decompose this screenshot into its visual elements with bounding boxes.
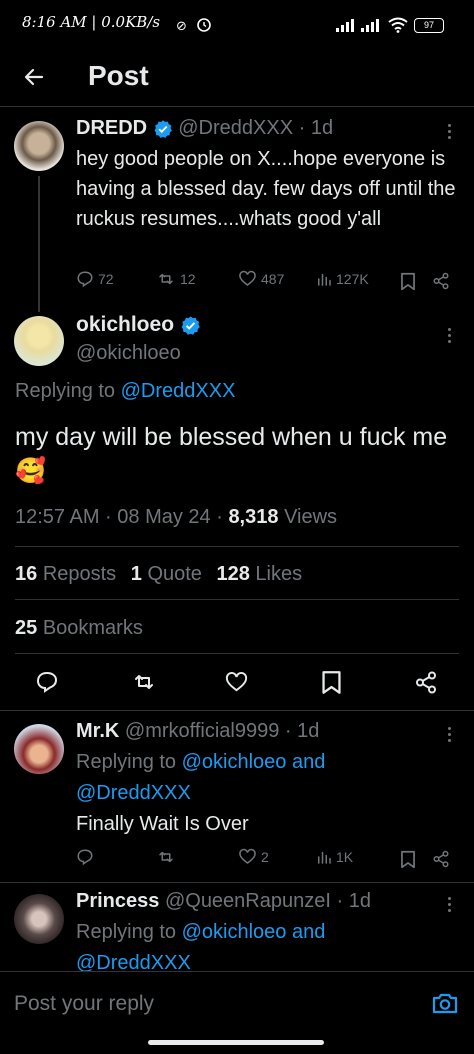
like-button[interactable]: 2 bbox=[238, 848, 269, 866]
avatar-mrk[interactable] bbox=[14, 724, 64, 774]
signal-icon-2 bbox=[361, 19, 379, 32]
views-icon bbox=[318, 851, 331, 864]
repost-icon bbox=[159, 851, 173, 863]
reply-meta: Princess @QueenRapunzeI · 1d bbox=[76, 890, 371, 913]
repost-button[interactable]: 12 bbox=[156, 270, 196, 288]
tweet-text: Finally Wait Is Over bbox=[76, 813, 249, 835]
views-icon bbox=[318, 273, 331, 286]
engagement-stats: 16 Reposts 1 Quote 128 Likes bbox=[15, 563, 302, 586]
mention-link[interactable]: @DreddXXX bbox=[121, 380, 236, 402]
views-button[interactable]: 1K bbox=[316, 848, 353, 866]
views-button[interactable]: 127K bbox=[316, 270, 369, 288]
divider bbox=[0, 710, 474, 711]
repost-button[interactable] bbox=[156, 848, 176, 866]
main-tweet-text: my day will be blessed when u fuck me 🥰 bbox=[15, 423, 448, 485]
camera-icon[interactable] bbox=[432, 992, 458, 1014]
repost-icon[interactable] bbox=[131, 670, 157, 694]
reply-icon bbox=[77, 849, 93, 866]
post-time: · 1d bbox=[298, 117, 334, 139]
divider bbox=[15, 546, 459, 547]
more-options-icon[interactable] bbox=[448, 897, 452, 915]
reply-icon[interactable] bbox=[35, 670, 59, 694]
status-bar: 8:16 AM | 0.0KB/s ⊘ 97 bbox=[0, 0, 474, 48]
heart-icon[interactable] bbox=[224, 671, 249, 694]
verified-badge-icon bbox=[181, 316, 200, 335]
mention-link[interactable]: @DreddXXX bbox=[76, 952, 191, 971]
mention-link[interactable]: @DreddXXX bbox=[76, 782, 191, 804]
svg-text:⊘: ⊘ bbox=[176, 19, 187, 34]
divider bbox=[15, 653, 459, 654]
avatar-princess[interactable] bbox=[14, 894, 64, 944]
replying-to-line: Replying to @okichloeo and @DreddXXX bbox=[76, 751, 326, 804]
smiling-face-with-hearts-emoji: 🥰 bbox=[15, 457, 47, 485]
verified-badge-icon bbox=[154, 119, 172, 138]
reply-meta: Mr.K @mrkofficial9999 · 1d bbox=[76, 720, 319, 743]
author-handle[interactable]: @DreddXXX bbox=[178, 117, 293, 139]
post-time: · 1d bbox=[284, 720, 320, 742]
avatar-okichloeo[interactable] bbox=[14, 316, 64, 366]
reply-icon bbox=[77, 271, 93, 288]
page-title: Post bbox=[88, 60, 149, 91]
more-options-icon[interactable] bbox=[448, 727, 452, 745]
share-icon[interactable] bbox=[432, 271, 450, 291]
replying-to-line: Replying to @okichloeo and @DreddXXX bbox=[76, 917, 461, 971]
heart-icon bbox=[239, 848, 256, 864]
mention-link[interactable]: @okichloeo bbox=[182, 751, 287, 773]
repost-icon bbox=[159, 273, 173, 285]
reply-input[interactable] bbox=[12, 986, 416, 1022]
post-timestamp-row: 12:57 AM · 08 May 24 · 8,318 Views bbox=[15, 506, 338, 528]
home-indicator[interactable] bbox=[148, 1040, 324, 1045]
reply-button[interactable] bbox=[76, 848, 94, 866]
more-options-icon[interactable] bbox=[448, 124, 452, 142]
tweet-text: hey good people on X....hope everyone is… bbox=[76, 148, 456, 230]
mention-link[interactable]: @okichloeo bbox=[182, 921, 287, 943]
thread-line bbox=[38, 176, 40, 312]
reply-button[interactable]: 72 bbox=[76, 270, 114, 288]
avatar-dredd[interactable] bbox=[14, 121, 64, 171]
signal-icon bbox=[336, 19, 354, 32]
top-bar: Post bbox=[0, 48, 474, 107]
wifi-icon bbox=[388, 17, 408, 33]
share-icon[interactable] bbox=[414, 670, 438, 695]
author-handle[interactable]: @mrkofficial9999 bbox=[125, 720, 279, 742]
bookmark-icon[interactable] bbox=[400, 272, 416, 291]
heart-icon bbox=[239, 270, 256, 286]
author-name[interactable]: Princess bbox=[76, 890, 159, 912]
notification-icons: ⊘ bbox=[176, 18, 211, 34]
bookmark-icon[interactable] bbox=[321, 670, 342, 695]
post-time: · 1d bbox=[336, 890, 371, 912]
author-handle[interactable]: @okichloeo bbox=[76, 342, 181, 365]
views-count: 8,318 bbox=[228, 506, 279, 528]
like-button[interactable]: 487 bbox=[238, 270, 284, 288]
main-author-name-row: okichloeo bbox=[76, 313, 201, 337]
back-arrow-icon[interactable] bbox=[22, 65, 46, 89]
author-name[interactable]: Mr.K bbox=[76, 720, 119, 742]
share-icon[interactable] bbox=[432, 849, 450, 869]
divider bbox=[15, 599, 459, 600]
author-handle[interactable]: @QueenRapunzeI bbox=[165, 890, 331, 912]
bookmark-icon[interactable] bbox=[400, 850, 416, 869]
battery-icon: 97 bbox=[414, 18, 444, 33]
bookmarks-stat[interactable]: 25 Bookmarks bbox=[15, 617, 143, 640]
parent-action-bar: 72 12 487 127K bbox=[76, 270, 460, 294]
more-options-icon[interactable] bbox=[448, 328, 452, 346]
quotes-stat[interactable]: 1 Quote bbox=[131, 563, 202, 585]
reply-action-bar: 2 1K bbox=[76, 848, 460, 872]
replying-to-line: Replying to @DreddXXX bbox=[15, 380, 236, 402]
author-name[interactable]: okichloeo bbox=[76, 313, 174, 336]
reply-tweet[interactable]: Princess @QueenRapunzeI · 1d Replying to… bbox=[0, 883, 474, 971]
status-time: 8:16 AM | 0.0KB/s bbox=[22, 13, 161, 31]
author-name[interactable]: DREDD bbox=[76, 117, 147, 139]
parent-tweet-meta: DREDD @DreddXXX · 1d bbox=[76, 117, 333, 140]
reposts-stat[interactable]: 16 Reposts bbox=[15, 563, 116, 585]
reply-composer bbox=[0, 971, 474, 1054]
likes-stat[interactable]: 128 Likes bbox=[216, 563, 302, 585]
